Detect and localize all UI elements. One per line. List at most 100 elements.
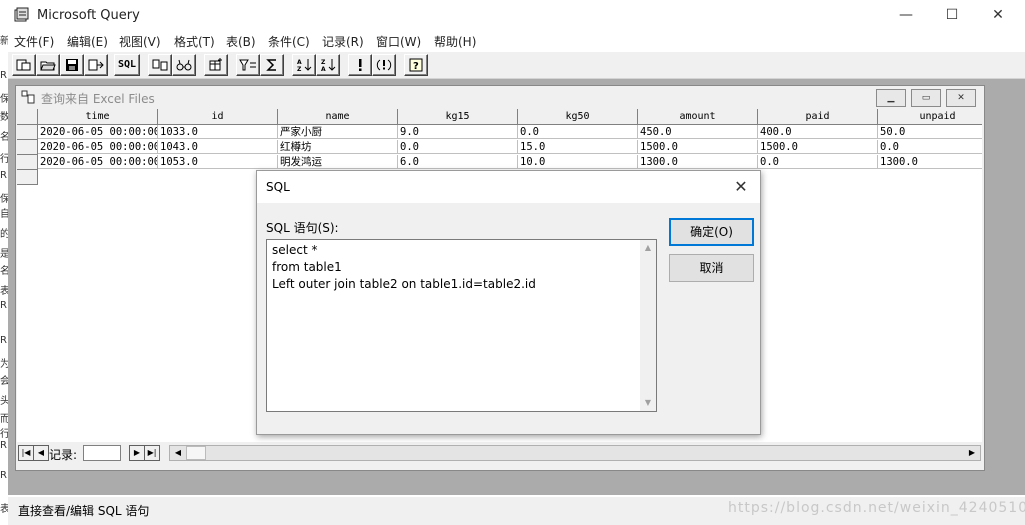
vertical-scrollbar[interactable]: ▲ ▼ xyxy=(640,240,656,411)
svg-text:Z: Z xyxy=(297,66,302,72)
grid-corner[interactable] xyxy=(17,109,38,125)
close-button[interactable]: ✕ xyxy=(975,0,1021,30)
return-data-button[interactable] xyxy=(84,54,108,76)
table-cell[interactable]: 1300.0 xyxy=(878,155,982,169)
table-cell[interactable]: 1053.0 xyxy=(158,155,278,169)
minimize-button[interactable]: — xyxy=(883,0,929,30)
record-number-input[interactable] xyxy=(83,445,121,461)
last-record-button[interactable]: ▶| xyxy=(144,445,160,461)
horizontal-scrollbar[interactable]: ◀ ▶ xyxy=(169,445,981,461)
new-record-selector[interactable] xyxy=(17,170,38,185)
scroll-left-icon[interactable]: ◀ xyxy=(170,446,186,460)
menu-edit[interactable]: 编辑(E) xyxy=(67,33,108,50)
open-folder-icon xyxy=(40,61,56,71)
background-edge-char: 保 xyxy=(0,194,8,205)
previous-record-button[interactable]: ◀ xyxy=(33,445,49,461)
background-edge-char: R xyxy=(0,470,7,481)
menu-criteria[interactable]: 条件(C) xyxy=(268,33,310,50)
scroll-thumb[interactable] xyxy=(186,446,206,460)
table-cell[interactable]: 1500.0 xyxy=(758,140,878,154)
table-cell[interactable]: 400.0 xyxy=(758,125,878,139)
row-selector[interactable] xyxy=(17,140,38,155)
record-label: 记录: xyxy=(49,448,78,462)
table-cell[interactable]: 15.0 xyxy=(518,140,638,154)
background-edge-char: 会 xyxy=(0,376,8,387)
column-header[interactable]: unpaid xyxy=(878,109,982,125)
column-header[interactable]: name xyxy=(278,109,398,125)
table-cell[interactable]: 2020-06-05 00:00:00 xyxy=(38,155,158,169)
sql-button[interactable]: SQL xyxy=(114,54,140,76)
table-cell[interactable]: 9.0 xyxy=(398,125,518,139)
row-selector[interactable] xyxy=(17,155,38,170)
show-tables-button[interactable] xyxy=(148,54,172,76)
add-tables-button[interactable] xyxy=(204,54,228,76)
table-cell[interactable]: 严家小厨 xyxy=(278,125,398,139)
menu-help[interactable]: 帮助(H) xyxy=(434,33,476,50)
menu-records[interactable]: 记录(R) xyxy=(322,33,364,50)
dialog-close-button[interactable]: ✕ xyxy=(727,176,755,198)
sort-ascending-button[interactable]: AZ xyxy=(292,54,316,76)
table-cell[interactable]: 红樽坊 xyxy=(278,140,398,154)
sql-statement-textarea[interactable]: select * from table1 Left outer join tab… xyxy=(266,239,657,412)
sort-descending-button[interactable]: ZA xyxy=(316,54,340,76)
menu-table[interactable]: 表(B) xyxy=(226,33,256,50)
save-button[interactable] xyxy=(60,54,84,76)
background-edge-char: R xyxy=(0,300,7,311)
first-record-button[interactable]: |◀ xyxy=(18,445,34,461)
background-edge-char: 自 xyxy=(0,209,8,220)
table-cell[interactable]: 1500.0 xyxy=(638,140,758,154)
table-cell[interactable]: 2020-06-05 00:00:00 xyxy=(38,140,158,154)
new-query-button[interactable] xyxy=(12,54,36,76)
toolbar: SQL AZ ZA ? xyxy=(8,52,1025,79)
child-minimize-button[interactable]: ▁ xyxy=(876,89,906,107)
scroll-down-icon[interactable]: ▼ xyxy=(640,395,656,411)
menu-file[interactable]: 文件(F) xyxy=(14,33,54,50)
scroll-up-icon[interactable]: ▲ xyxy=(640,240,656,256)
ok-button[interactable]: 确定(O) xyxy=(669,218,754,246)
show-criteria-button[interactable] xyxy=(172,54,196,76)
scroll-right-icon[interactable]: ▶ xyxy=(964,446,980,460)
menu-format[interactable]: 格式(T) xyxy=(174,33,215,50)
sort-ascending-icon: AZ xyxy=(297,59,312,73)
table-cell[interactable]: 50.0 xyxy=(878,125,982,139)
background-edge-char: 为 xyxy=(0,359,8,370)
column-header[interactable]: kg15 xyxy=(398,109,518,125)
table-cell[interactable]: 1300.0 xyxy=(638,155,758,169)
table-cell[interactable]: 0.0 xyxy=(878,140,982,154)
child-restore-button[interactable]: ▭ xyxy=(911,89,941,107)
background-edge-char: 数 xyxy=(0,112,8,123)
child-close-button[interactable]: ✕ xyxy=(946,89,976,107)
query-now-button[interactable] xyxy=(348,54,372,76)
auto-query-button[interactable] xyxy=(372,54,396,76)
table-cell[interactable]: 0.0 xyxy=(398,140,518,154)
table-cell[interactable]: 1033.0 xyxy=(158,125,278,139)
table-cell[interactable]: 0.0 xyxy=(518,125,638,139)
help-question-icon: ? xyxy=(409,58,423,72)
table-cell[interactable]: 明发鸿运 xyxy=(278,155,398,169)
column-header[interactable]: id xyxy=(158,109,278,125)
column-header[interactable]: paid xyxy=(758,109,878,125)
column-header[interactable]: kg50 xyxy=(518,109,638,125)
next-record-button[interactable]: ▶ xyxy=(129,445,145,461)
menu-view[interactable]: 视图(V) xyxy=(119,33,161,50)
table-cell[interactable]: 6.0 xyxy=(398,155,518,169)
svg-text:?: ? xyxy=(413,61,419,72)
column-header[interactable]: time xyxy=(38,109,158,125)
open-query-button[interactable] xyxy=(36,54,60,76)
cycle-totals-button[interactable] xyxy=(260,54,284,76)
maximize-button[interactable]: ☐ xyxy=(929,0,975,30)
cancel-button[interactable]: 取消 xyxy=(669,254,754,282)
table-cell[interactable]: 10.0 xyxy=(518,155,638,169)
menu-window[interactable]: 窗口(W) xyxy=(376,33,421,50)
help-button[interactable]: ? xyxy=(404,54,428,76)
table-cell[interactable]: 0.0 xyxy=(758,155,878,169)
status-bar: 直接查看/编辑 SQL 语句 https://blog.csdn.net/wei… xyxy=(8,497,1025,525)
criteria-equals-button[interactable] xyxy=(236,54,260,76)
column-header[interactable]: amount xyxy=(638,109,758,125)
table-cell[interactable]: 450.0 xyxy=(638,125,758,139)
table-cell[interactable]: 2020-06-05 00:00:00 xyxy=(38,125,158,139)
background-edge-char: 是 xyxy=(0,249,8,260)
table-cell[interactable]: 1043.0 xyxy=(158,140,278,154)
row-selector[interactable] xyxy=(17,125,38,140)
background-edge-char: 的 xyxy=(0,229,8,240)
